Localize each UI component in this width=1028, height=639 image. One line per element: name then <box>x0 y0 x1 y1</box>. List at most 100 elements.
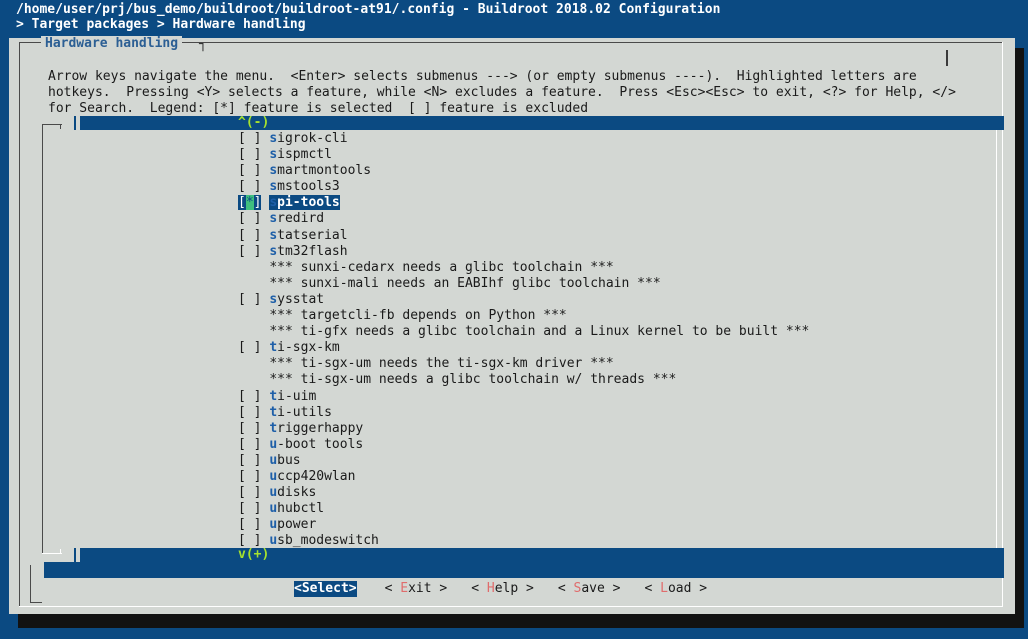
checkbox[interactable]: [ ] <box>238 179 261 194</box>
menu-item-sispmctl[interactable]: [ ] sispmctl <box>238 147 809 163</box>
hotkey-letter: u <box>269 533 278 549</box>
button-row: <Select> < Exit > < Help > < Save > < Load > <box>294 581 731 597</box>
checkbox[interactable]: [ ] <box>238 147 261 162</box>
checkbox[interactable]: [ ] <box>238 453 261 468</box>
scroll-up-indicator[interactable]: ^(-) <box>238 115 269 131</box>
menu-item-label: spi-tools <box>269 195 340 211</box>
menu-item-label: ti-sgx-km <box>269 340 339 355</box>
checkbox[interactable]: [ ] <box>238 131 261 146</box>
checkbox[interactable]: [ ] <box>238 389 261 404</box>
menu-item-smartmontools[interactable]: [ ] smartmontools <box>238 163 809 179</box>
menu-item-spi-tools[interactable]: [*] spi-tools <box>238 195 809 211</box>
menu-item-stm32flash[interactable]: [ ] stm32flash <box>238 244 809 260</box>
menu-item-label: udisks <box>269 485 316 500</box>
checkbox[interactable]: [ ] <box>238 469 261 484</box>
menu-item-ti-uim[interactable]: [ ] ti-uim <box>238 389 809 405</box>
checkbox[interactable]: [ ] <box>238 437 261 452</box>
menu-item-ubus[interactable]: [ ] ubus <box>238 453 809 469</box>
menu-item-label: sispmctl <box>269 147 332 162</box>
hotkey-letter: s <box>269 195 278 211</box>
button-bar-separator <box>44 562 1004 578</box>
menu-item-ti-utils[interactable]: [ ] ti-utils <box>238 405 809 421</box>
hotkey-letter: u <box>269 485 278 501</box>
title-border-glyph: ┐ <box>199 37 207 52</box>
button-label-rest: elp > <box>494 581 534 596</box>
menu-comment-indent <box>238 356 269 371</box>
label-rest: -boot tools <box>277 436 364 452</box>
checkbox[interactable]: [ ] <box>238 244 261 259</box>
dialog-frame-line <box>30 565 31 603</box>
menu-item-uccp420wlan[interactable]: [ ] uccp420wlan <box>238 469 809 485</box>
checkbox[interactable]: [ ] <box>238 421 261 436</box>
menu-comment: *** targetcli-fb depends on Python *** <box>238 308 809 324</box>
checkbox[interactable]: [ ] <box>238 228 261 243</box>
dialog-border <box>19 42 20 607</box>
menu-comment: *** sunxi-mali needs an EABIhf glibc too… <box>238 276 809 292</box>
label-rest: i-uim <box>277 388 317 404</box>
menu-item-label: statserial <box>269 228 347 243</box>
hotkey-letter: t <box>269 340 278 356</box>
menu-item-statserial[interactable]: [ ] statserial <box>238 228 809 244</box>
label-rest: disks <box>277 485 317 501</box>
menu-item-label: smartmontools <box>269 163 371 178</box>
config-path-line: /home/user/prj/bus_demo/buildroot/buildr… <box>16 2 721 17</box>
list-top-bar <box>80 116 1004 130</box>
help-line: Arrow keys navigate the menu. <Enter> se… <box>48 69 917 84</box>
menu-item-uhubctl[interactable]: [ ] uhubctl <box>238 501 809 517</box>
label-rest: bus <box>277 452 301 468</box>
label-rest: ispmctl <box>277 147 332 163</box>
menu-item-sredird[interactable]: [ ] sredird <box>238 211 809 227</box>
menu-item-label: ubus <box>269 453 300 468</box>
button-label-rest: oad > <box>667 581 708 596</box>
checkbox[interactable]: [ ] <box>238 211 261 226</box>
checkbox[interactable]: [ ] <box>238 405 261 420</box>
menu-item-ti-sgx-km[interactable]: [ ] ti-sgx-km <box>238 340 809 356</box>
button-hotkey: L <box>660 581 668 596</box>
checkbox[interactable]: [ ] <box>238 517 261 532</box>
checkbox[interactable]: [ ] <box>238 340 261 355</box>
label-rest: ysstat <box>277 291 325 307</box>
menu-item-sysstat[interactable]: [ ] sysstat <box>238 292 809 308</box>
menu-item-label: sredird <box>269 211 324 226</box>
list-top-bar <box>74 116 76 130</box>
menu-item-label: sigrok-cli <box>269 131 347 146</box>
menu-item-label: sysstat <box>269 292 324 307</box>
hotkey-letter: t <box>269 420 278 436</box>
label-rest: igrok-cli <box>277 131 348 146</box>
checkbox[interactable]: [ ] <box>238 292 261 307</box>
label-rest: hubctl <box>277 501 325 517</box>
hotkey-letter: s <box>269 179 278 195</box>
hotkey-letter: u <box>269 517 278 533</box>
menu-item-label: uhubctl <box>269 501 324 516</box>
menu-item-sigrok-cli[interactable]: [ ] sigrok-cli <box>238 131 809 147</box>
menu-item-smstools3[interactable]: [ ] smstools3 <box>238 179 809 195</box>
exit-button[interactable]: < Exit > <box>385 581 448 597</box>
label-rest: sb_modeswitch <box>277 533 379 549</box>
button-hotkey: H <box>486 581 495 596</box>
menu-comment-text: *** ti-gfx needs a glibc toolchain and a… <box>269 324 810 340</box>
menu-item-triggerhappy[interactable]: [ ] triggerhappy <box>238 421 809 437</box>
menu-comment-text: *** sunxi-mali needs an EABIhf glibc too… <box>269 275 661 291</box>
select-button[interactable]: <Select> <box>294 581 357 597</box>
menu-item-udisks[interactable]: [ ] udisks <box>238 485 809 501</box>
button-bracket: < <box>384 581 401 596</box>
menu-item-u-boot-tools[interactable]: [ ] u-boot tools <box>238 437 809 453</box>
menu-item-usb-modeswitch[interactable]: [ ] usb_modeswitch <box>238 533 809 549</box>
list-frame <box>42 124 62 125</box>
help-text: Arrow keys navigate the menu. <Enter> se… <box>48 53 956 117</box>
checkbox[interactable]: [ ] <box>238 533 261 548</box>
button-label-rest: ave > <box>581 581 621 596</box>
menu-item-label: smstools3 <box>269 179 339 194</box>
menu-comment-indent <box>238 276 269 291</box>
load-button[interactable]: < Load > <box>645 581 708 597</box>
checkbox[interactable]: [ ] <box>238 485 261 500</box>
checkbox[interactable]: [ ] <box>238 501 261 516</box>
checkbox[interactable]: [*] <box>238 195 262 211</box>
hotkey-letter: s <box>269 163 278 179</box>
save-button[interactable]: < Save > <box>558 581 621 597</box>
checkbox[interactable]: [ ] <box>238 163 261 178</box>
help-button[interactable]: < Help > <box>471 581 534 597</box>
label-rest: tm32flash <box>277 243 348 259</box>
menu-comment-indent <box>238 308 269 323</box>
menu-item-upower[interactable]: [ ] upower <box>238 517 809 533</box>
